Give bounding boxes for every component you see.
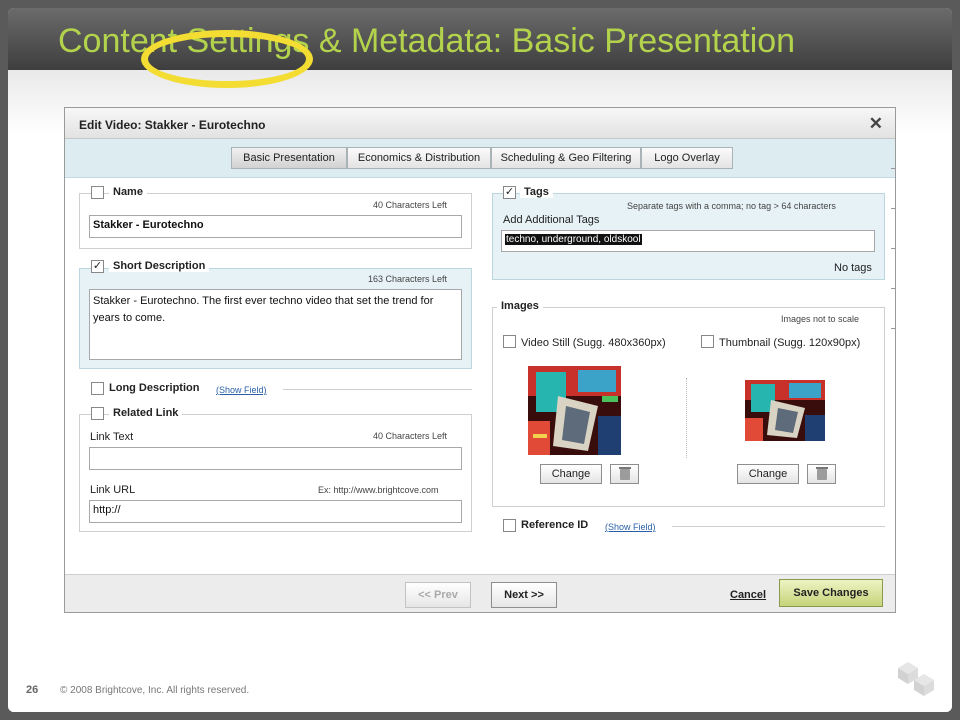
name-checkbox[interactable] [91,186,104,199]
related-link-checkbox[interactable] [91,407,104,420]
tab-economics-distribution[interactable]: Economics & Distribution [347,147,491,169]
close-icon[interactable]: ✕ [869,114,883,134]
change-video-still-button[interactable]: Change [540,464,602,484]
copyright: © 2008 Brightcove, Inc. All rights reser… [60,685,250,696]
scroll-mark [891,328,895,329]
reference-id-checkbox[interactable] [503,519,516,532]
reference-id-show-field-link[interactable]: (Show Field) [605,522,656,532]
long-description-label: Long Description [109,382,200,394]
dialog-title: Edit Video: Stakker - Eurotechno [79,118,266,132]
images-note: Images not to scale [781,314,860,324]
thumbnail-label: Thumbnail (Sugg. 120x90px) [719,337,861,349]
tags-input-selected-text: techno, underground, oldskool [505,234,642,245]
scroll-mark [891,168,895,169]
change-thumbnail-button[interactable]: Change [737,464,799,484]
tags-checkbox[interactable]: ✓ [503,186,516,199]
trash-icon [817,469,827,480]
scroll-mark [891,248,895,249]
name-counter: 40 Characters Left [373,200,448,210]
tags-input[interactable]: techno, underground, oldskool [501,230,875,252]
next-button[interactable]: Next >> [491,582,557,608]
save-changes-button[interactable]: Save Changes [779,579,883,607]
name-label: Name [109,186,147,198]
link-text-input[interactable] [89,447,462,470]
short-description-textarea[interactable]: Stakker - Eurotechno. The first ever tec… [89,289,462,360]
short-description-counter: 163 Characters Left [368,274,448,284]
tags-label: Tags [520,186,553,198]
slide-header: Content Settings & Metadata: Basic Prese… [8,8,952,70]
tags-status: No tags [834,262,872,274]
link-url-input[interactable]: http:// [89,500,462,523]
tab-logo-overlay[interactable]: Logo Overlay [641,147,733,169]
long-description-checkbox[interactable] [91,382,104,395]
thumbnail-art [745,380,825,441]
name-input[interactable]: Stakker - Eurotechno [89,215,462,238]
scroll-mark [891,288,895,289]
delete-video-still-button[interactable] [610,464,639,484]
video-still-image [528,366,621,455]
slide: Content Settings & Metadata: Basic Prese… [8,8,952,712]
tab-basic-presentation[interactable]: Basic Presentation [231,147,347,169]
related-link-label: Related Link [109,407,183,419]
trash-icon [620,469,630,480]
images-label: Images [497,300,543,312]
video-still-art [528,366,621,455]
video-still-checkbox[interactable] [503,335,516,348]
edit-video-dialog: Edit Video: Stakker - Eurotechno ✕ Basic… [64,107,896,613]
reference-id-label: Reference ID [521,519,589,531]
thumbnail-image [745,380,825,441]
slide-title: Content Settings & Metadata: Basic Prese… [58,22,796,60]
add-tags-label: Add Additional Tags [503,214,600,226]
link-text-label: Link Text [90,431,134,443]
dialog-footer: << Prev Next >> Cancel Save Changes [65,574,895,612]
video-still-label: Video Still (Sugg. 480x360px) [521,337,666,349]
tab-scheduling-geo-filtering[interactable]: Scheduling & Geo Filtering [491,147,641,169]
page-number: 26 [26,684,39,696]
tags-hint: Separate tags with a comma; no tag > 64 … [627,201,836,211]
thumbnail-checkbox[interactable] [701,335,714,348]
delete-thumbnail-button[interactable] [807,464,836,484]
divider [672,526,885,527]
link-url-label: Link URL [90,484,136,496]
prev-button[interactable]: << Prev [405,582,471,608]
cancel-link[interactable]: Cancel [730,589,766,601]
tab-bar: Basic Presentation Economics & Distribut… [65,139,895,178]
link-text-counter: 40 Characters Left [373,431,448,441]
short-description-checkbox[interactable]: ✓ [91,260,104,273]
images-divider [686,378,687,458]
divider [283,389,472,390]
scroll-mark [891,208,895,209]
brightcove-logo-icon [894,658,942,704]
link-url-hint: Ex: http://www.brightcove.com [318,485,439,495]
short-description-label: Short Description [109,260,210,272]
long-description-show-field-link[interactable]: (Show Field) [216,385,267,395]
dialog-titlebar: Edit Video: Stakker - Eurotechno ✕ [65,108,895,139]
